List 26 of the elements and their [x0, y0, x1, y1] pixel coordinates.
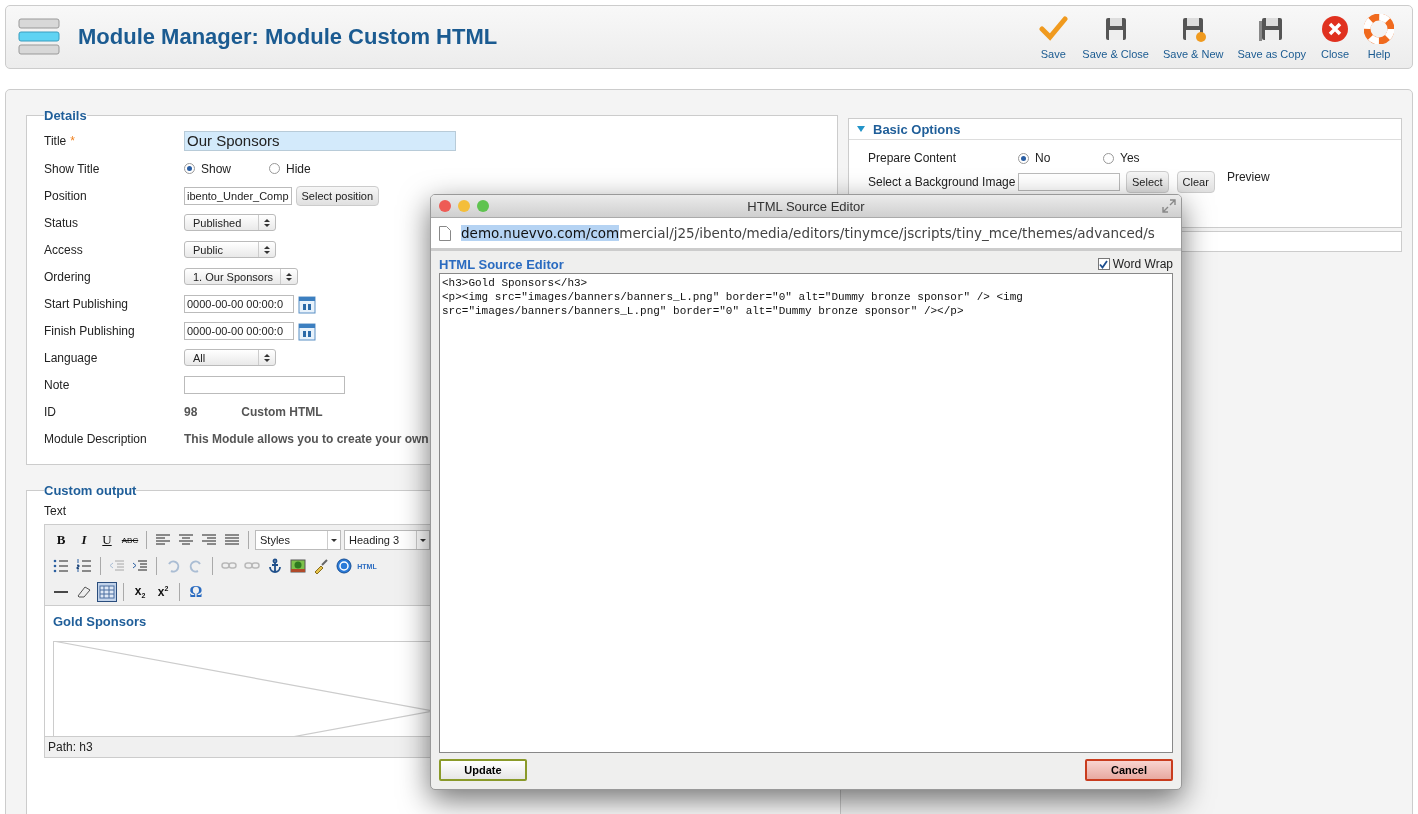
field-label: Show Title — [44, 161, 101, 176]
field-label: Note — [44, 377, 71, 392]
module-description: This Module allows you to create your own — [184, 431, 429, 446]
window-title: HTML Source Editor — [747, 198, 865, 214]
field-label: Status — [44, 215, 80, 230]
field-label: Ordering — [44, 269, 92, 284]
field-label: Text — [44, 504, 67, 518]
required-mark: * — [70, 134, 75, 148]
field-label: Start Publishing — [44, 296, 130, 311]
content-heading: Gold Sponsors — [53, 614, 148, 629]
preview-label: Preview — [1226, 170, 1270, 184]
editor-title: HTML Source Editor — [439, 256, 564, 272]
id-value: 98 — [184, 404, 198, 419]
page-title: Module Manager: Module Custom HTML — [78, 24, 499, 50]
field-label: Select a Background Image — [868, 175, 1017, 189]
field-label: Access — [44, 242, 84, 257]
field-label: ID — [44, 404, 57, 419]
field-label: Prepare Content — [868, 151, 958, 165]
section-title: Custom output — [44, 483, 137, 498]
field-label: Module Description — [44, 431, 148, 446]
field-label: Position — [44, 188, 88, 203]
field-label: Title * — [44, 134, 76, 148]
field-label: Finish Publishing — [44, 323, 136, 338]
section-title: Details — [44, 108, 87, 123]
module-type: Custom HTML — [241, 404, 323, 419]
field-label: Language — [44, 350, 99, 365]
